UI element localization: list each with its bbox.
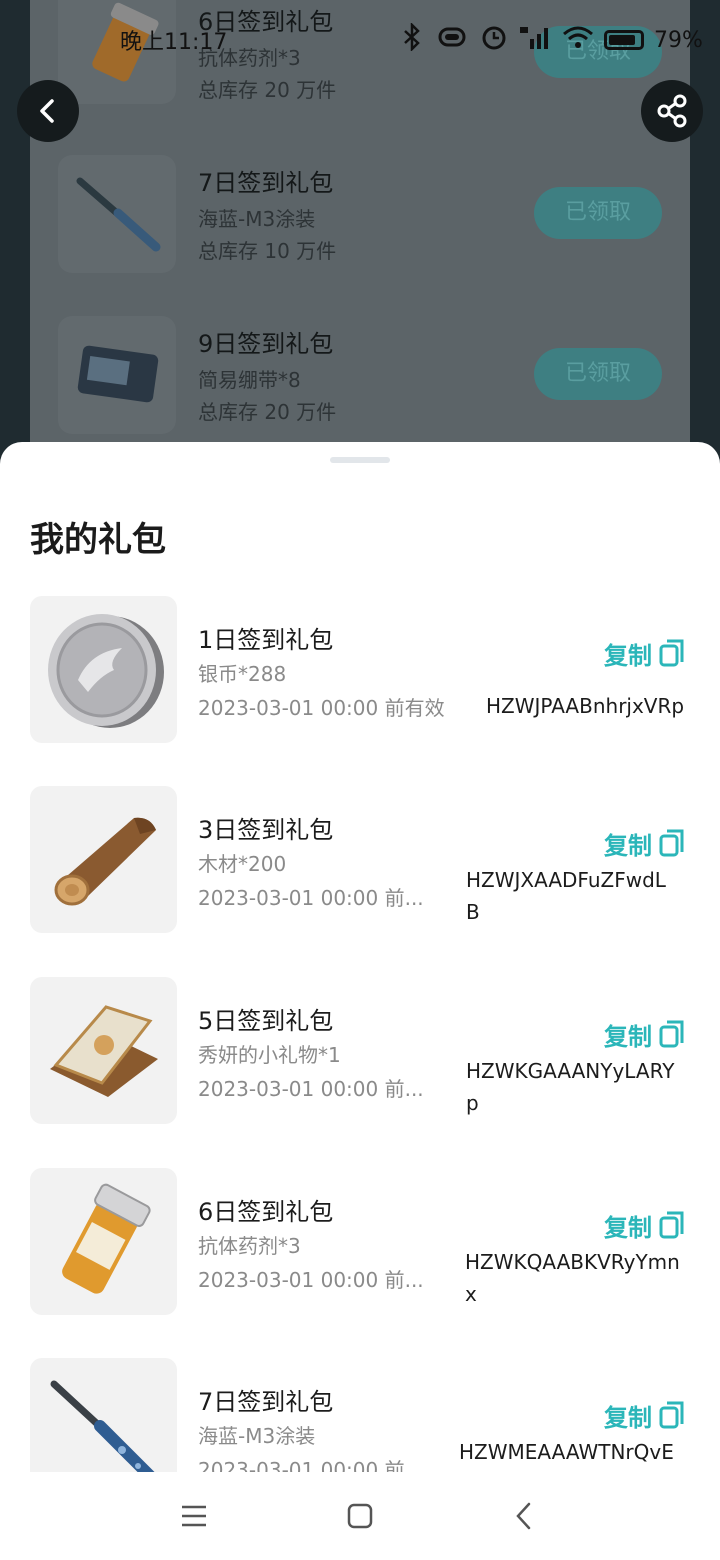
gift-code[interactable]: HZWJPAABnhrjxVRp [486, 694, 684, 718]
copy-label: 复制 [604, 831, 652, 860]
bg-item-stock: 总库存 20 万件 [198, 78, 337, 102]
gift-expiry: 2023-03-01 00:00 前... [198, 886, 424, 910]
gift-code[interactable]: HZWKQAABKVRyYmn x [465, 1246, 680, 1310]
copy-icon [659, 1211, 684, 1239]
copy-button[interactable]: 复制 [604, 1208, 686, 1242]
gift-expiry: 2023-03-01 00:00 前... [198, 1268, 424, 1292]
gift-title: 3日签到礼包 [198, 816, 334, 844]
gift-reward: 抗体药剂*3 [198, 1234, 301, 1258]
claimed-button[interactable]: 已领取 [534, 187, 662, 239]
gift-title: 1日签到礼包 [198, 626, 334, 654]
copy-label: 复制 [604, 1022, 652, 1051]
gift-reward: 海蓝-M3涂装 [198, 1424, 316, 1448]
copy-icon [659, 639, 684, 667]
gift-item: 5日签到礼包 秀妍的小礼物*1 2023-03-01 00:00 前... 复制… [0, 977, 720, 1167]
back-button[interactable] [17, 80, 79, 142]
copy-button[interactable]: 复制 [604, 1398, 686, 1432]
menu-button[interactable] [172, 1494, 216, 1538]
signal-icon [518, 23, 552, 57]
m3-rifle-image [30, 1358, 177, 1472]
vibrate-icon [434, 25, 470, 55]
gift-expiry: 2023-03-01 00:00 前... [198, 1458, 424, 1472]
copy-button[interactable]: 复制 [604, 826, 686, 860]
my-gifts-sheet: 我的礼包 1日签到礼包 银币*288 2023-03-01 00:00 前有效 … [0, 442, 720, 1560]
bg-item-title: 9日签到礼包 [198, 330, 334, 358]
status-bar: 晚上11:17 79% [0, 18, 720, 62]
background-card: 6日签到礼包 抗体药剂*3 总库存 20 万件 已领取 7日签到礼包 海蓝-M3… [30, 0, 690, 470]
copy-label: 复制 [604, 641, 652, 670]
gift-title: 5日签到礼包 [198, 1007, 334, 1035]
copy-button[interactable]: 复制 [604, 1017, 686, 1051]
wood-log-image [30, 786, 177, 933]
back-arrow-icon [40, 99, 54, 123]
gift-reward: 银币*288 [198, 662, 287, 686]
gift-expiry: 2023-03-01 00:00 前有效 [198, 696, 445, 720]
medicine-bottle-image [30, 1168, 177, 1315]
background-page: 6日签到礼包 抗体药剂*3 总库存 20 万件 已领取 7日签到礼包 海蓝-M3… [0, 0, 720, 470]
gift-list[interactable]: 1日签到礼包 银币*288 2023-03-01 00:00 前有效 复制 HZ… [0, 596, 720, 1472]
gift-item: 7日签到礼包 海蓝-M3涂装 2023-03-01 00:00 前... 复制 … [0, 1358, 720, 1472]
status-time: 晚上11:17 [120, 30, 228, 55]
gift-reward: 秀妍的小礼物*1 [198, 1043, 341, 1067]
bg-item-stock: 总库存 10 万件 [198, 239, 337, 263]
claimed-button[interactable]: 已领取 [534, 348, 662, 400]
copy-icon [659, 1401, 684, 1429]
gift-code[interactable]: HZWKGAAANYyLARY p [466, 1055, 674, 1119]
menu-icon [182, 1505, 206, 1527]
share-button[interactable] [641, 80, 703, 142]
gift-code[interactable]: HZWMEAAAWTNrQvE [459, 1436, 674, 1468]
battery-percent: 79% [654, 27, 703, 53]
gift-reward: 木材*200 [198, 852, 287, 876]
copy-label: 复制 [604, 1213, 652, 1242]
copy-button[interactable]: 复制 [604, 636, 686, 670]
bg-item-reward: 海蓝-M3涂装 [198, 207, 316, 231]
gift-title: 6日签到礼包 [198, 1198, 334, 1226]
home-square-icon [347, 1503, 373, 1529]
gift-item: 6日签到礼包 抗体药剂*3 2023-03-01 00:00 前... 复制 H… [0, 1168, 720, 1358]
m3-rifle-image [58, 155, 176, 273]
copy-icon [659, 1020, 684, 1048]
copy-icon [659, 829, 684, 857]
silver-coin-image [30, 596, 177, 743]
bandage-image [58, 316, 176, 434]
copy-label: 复制 [604, 1403, 652, 1432]
gift-expiry: 2023-03-01 00:00 前... [198, 1077, 424, 1101]
alarm-icon [480, 23, 508, 57]
sheet-title: 我的礼包 [30, 520, 166, 560]
home-button[interactable] [338, 1494, 382, 1538]
battery-icon [604, 30, 644, 50]
bg-list-item: 7日签到礼包 海蓝-M3涂装 总库存 10 万件 已领取 [30, 155, 690, 315]
nav-back-button[interactable] [502, 1494, 546, 1538]
gift-title: 7日签到礼包 [198, 1388, 334, 1416]
gift-code[interactable]: HZWJXAADFuZFwdL B [466, 864, 666, 928]
share-icon [657, 94, 687, 128]
gift-item: 1日签到礼包 银币*288 2023-03-01 00:00 前有效 复制 HZ… [0, 596, 720, 786]
nav-back-icon [516, 1502, 531, 1530]
bg-item-title: 7日签到礼包 [198, 169, 334, 197]
bluetooth-icon [400, 21, 424, 57]
gift-item: 3日签到礼包 木材*200 2023-03-01 00:00 前... 复制 H… [0, 786, 720, 976]
bg-item-reward: 简易绷带*8 [198, 368, 301, 392]
status-icons: 79% [400, 21, 703, 58]
bg-item-stock: 总库存 20 万件 [198, 400, 337, 424]
gift-card-image [30, 977, 177, 1124]
wifi-icon [562, 24, 594, 56]
sheet-drag-handle[interactable] [330, 457, 390, 463]
system-nav-bar [0, 1472, 720, 1560]
